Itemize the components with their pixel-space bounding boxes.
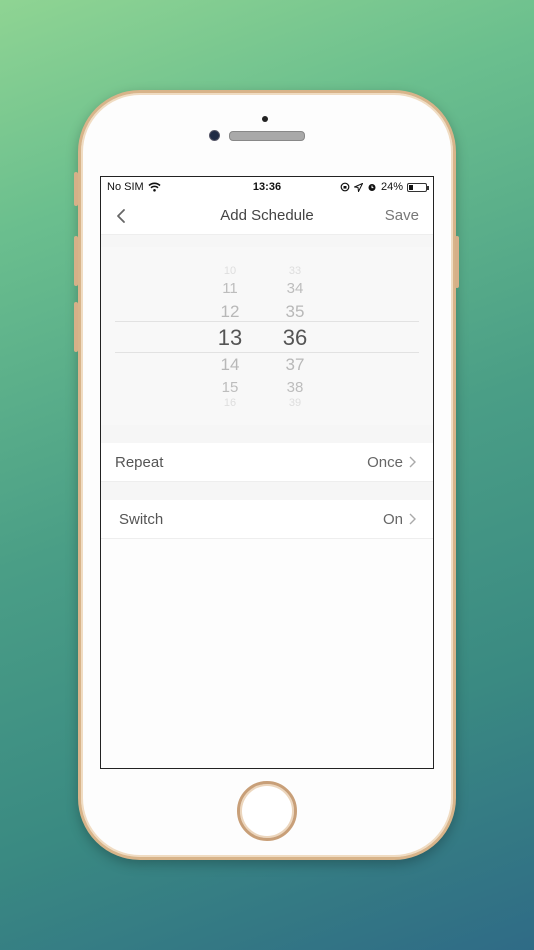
minute-option[interactable]: 37 <box>265 355 325 375</box>
section-gap <box>101 425 433 443</box>
navigation-bar: Add Schedule Save <box>101 197 433 235</box>
hour-option[interactable]: 15 <box>200 379 260 396</box>
chevron-right-icon <box>409 513 416 525</box>
volume-up-button <box>74 236 78 286</box>
hour-option[interactable]: 11 <box>200 280 260 297</box>
hour-wheel[interactable]: 10 11 12 13 14 15 16 <box>200 247 260 425</box>
battery-icon <box>407 182 429 192</box>
hour-selected[interactable]: 13 <box>200 325 260 351</box>
app-screen: No SIM 13:36 24% Add Schedule Save 10 11… <box>100 176 434 769</box>
empty-content-area <box>101 539 433 768</box>
battery-level <box>409 184 413 190</box>
hour-option[interactable]: 10 <box>200 265 260 277</box>
switch-label: Switch <box>119 511 164 528</box>
repeat-value: Once <box>367 454 403 471</box>
minute-option[interactable]: 39 <box>265 397 325 409</box>
status-bar: No SIM 13:36 24% <box>101 177 433 197</box>
mute-switch <box>74 172 78 206</box>
power-button <box>455 236 459 288</box>
minute-option[interactable]: 35 <box>265 302 325 322</box>
minute-selected[interactable]: 36 <box>265 325 325 351</box>
minute-option[interactable]: 34 <box>265 280 325 297</box>
minute-option[interactable]: 38 <box>265 379 325 396</box>
hour-option[interactable]: 16 <box>200 397 260 409</box>
repeat-label: Repeat <box>115 454 164 471</box>
switch-row[interactable]: Switch On <box>101 500 433 539</box>
front-camera <box>209 130 220 141</box>
volume-down-button <box>74 302 78 352</box>
chevron-right-icon <box>409 456 416 468</box>
proximity-sensor <box>262 116 268 122</box>
alarm-icon <box>368 184 376 191</box>
hour-option[interactable]: 14 <box>200 355 260 375</box>
hour-option[interactable]: 12 <box>200 302 260 322</box>
earpiece-speaker <box>229 131 305 141</box>
save-button[interactable]: Save <box>385 207 419 224</box>
home-button[interactable] <box>237 781 297 841</box>
minute-wheel[interactable]: 33 34 35 36 37 38 39 <box>265 247 325 425</box>
battery-percent: 24% <box>380 181 403 193</box>
picker-spacer <box>101 235 433 247</box>
minute-option[interactable]: 33 <box>265 265 325 277</box>
time-picker: 10 11 12 13 14 15 16 33 34 35 36 37 38 39 <box>101 247 433 425</box>
repeat-row[interactable]: Repeat Once <box>101 443 433 482</box>
location-icon <box>353 182 363 192</box>
rotation-lock-icon <box>340 182 350 192</box>
section-gap <box>101 482 433 500</box>
switch-value: On <box>382 511 403 528</box>
page-title: Add Schedule <box>220 207 314 224</box>
